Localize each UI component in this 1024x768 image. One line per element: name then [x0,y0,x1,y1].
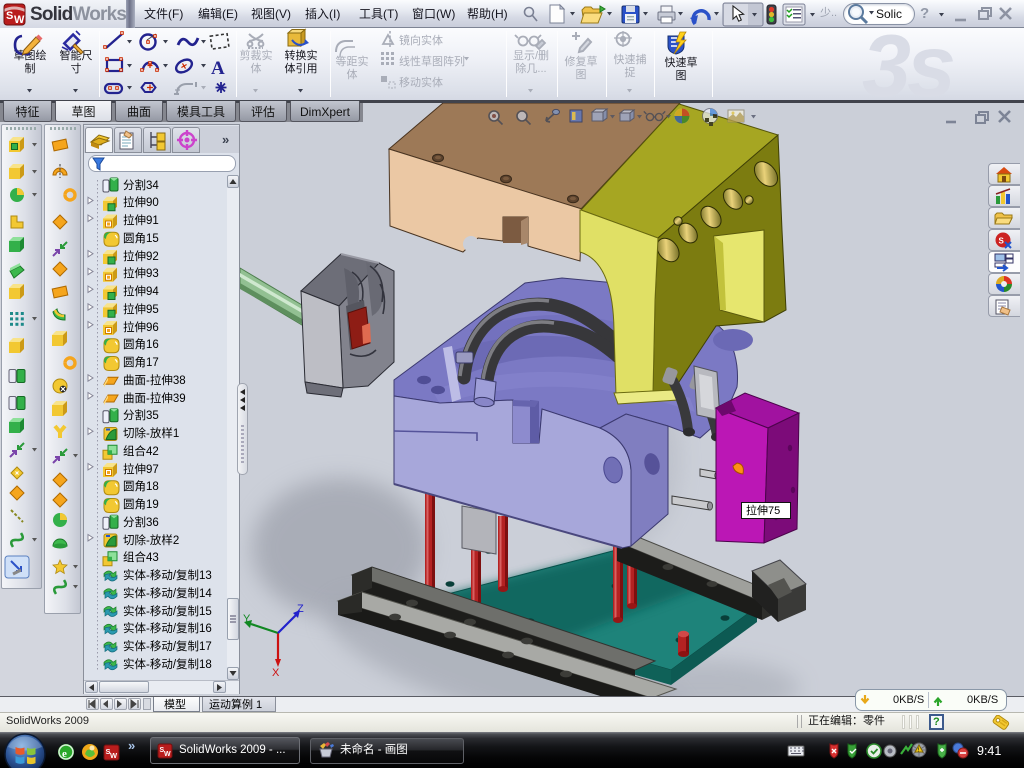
svg-text:W: W [14,14,25,26]
svg-text:S: S [999,237,1005,246]
svg-text:Z: Z [297,603,304,615]
svg-text:A: A [211,58,225,79]
svg-text:X: X [272,667,280,679]
svg-text:W: W [164,751,171,758]
svg-text:Y: Y [243,613,251,625]
svg-text:»: » [128,738,135,753]
svg-text:e: e [62,748,67,760]
svg-text:W: W [110,751,118,760]
svg-text:S: S [6,10,13,22]
